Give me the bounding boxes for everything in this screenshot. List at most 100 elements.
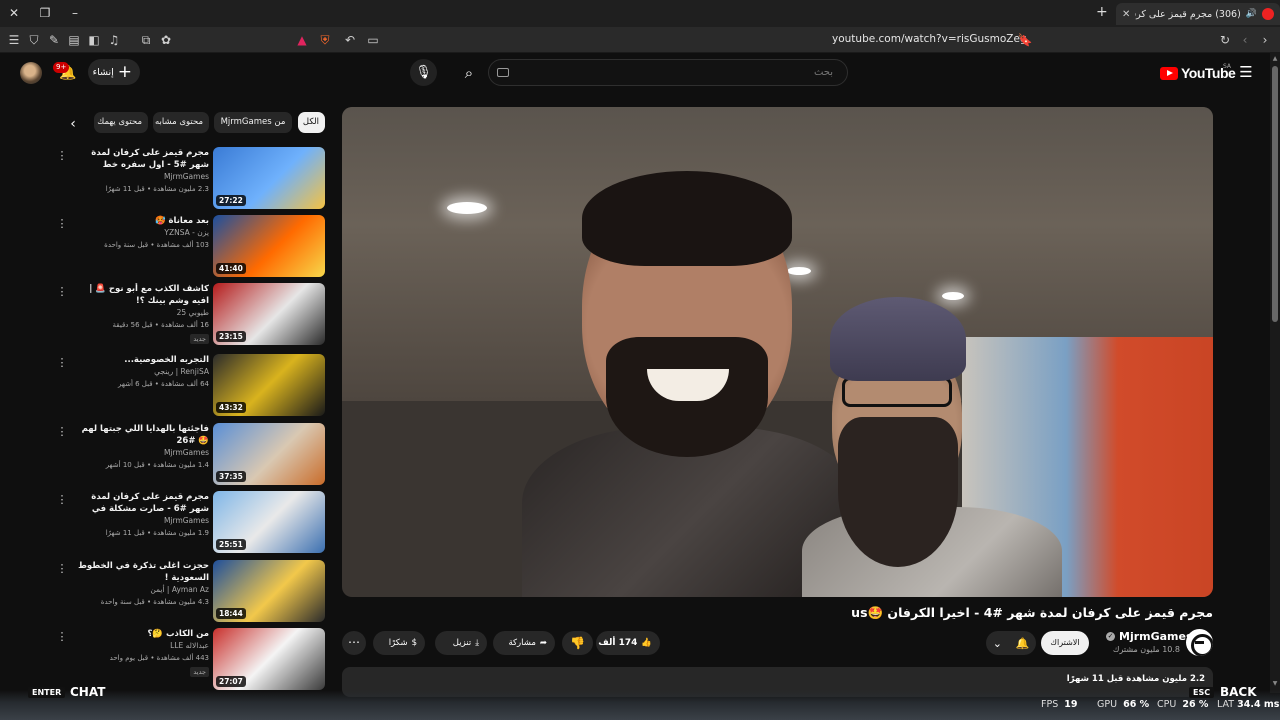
list-item[interactable]: ⋮ من الكاذب 🤔؟ عبدالاله LLE 443 ألف مشاهدة … (55, 628, 327, 692)
chip-similar[interactable]: محتوى مشابه (153, 112, 209, 133)
video-player[interactable] (342, 107, 1213, 597)
related-thumbnail[interactable]: 18:44 (213, 560, 325, 622)
like-button[interactable]: 👍 174 ألف (596, 631, 660, 655)
related-title[interactable]: حجزت اغلى تذكرة في الخطوط السعودية ! (73, 560, 209, 584)
forward-icon[interactable]: › (1257, 32, 1273, 48)
back-label[interactable]: BACK (1220, 685, 1257, 699)
related-title[interactable]: من الكاذب 🤔؟ (73, 628, 210, 640)
related-thumbnail[interactable]: 23:15 (213, 283, 325, 345)
create-button[interactable]: + إنشاء (88, 59, 140, 85)
related-title[interactable]: فاجئتها بالهدايا اللي جبتها لهم 🤩 #26 (73, 423, 209, 447)
undo-icon[interactable]: ↶ (342, 32, 358, 48)
related-title[interactable]: التجربه الخصوصية... (73, 354, 209, 366)
related-title[interactable]: كاشف الكذب مع أبو نوح 🚨 | افيه وشم بينك … (73, 283, 209, 307)
chip-interest[interactable]: محتوى يهمك (94, 112, 148, 133)
url-field[interactable]: youtube.com/watch?v=risGusmoZeg (832, 33, 1027, 45)
more-vertical-icon[interactable]: ⋮ (55, 425, 69, 439)
menu-icon[interactable]: ☰ (6, 32, 22, 48)
notification-settings-button[interactable]: ⌄ 🔔 (986, 631, 1036, 655)
pin-icon[interactable]: ✎ (46, 32, 62, 48)
list-item[interactable]: ⋮ فاجئتها بالهدايا اللي جبتها لهم 🤩 #26 Mj… (55, 423, 327, 487)
speaker-icon[interactable]: 🔊 (1246, 9, 1257, 19)
cpu-label: CPU (1157, 699, 1177, 710)
scroll-down-icon[interactable]: ▼ (1270, 680, 1280, 688)
list-item[interactable]: ⋮ التجربه الخصوصية... RenjiSA | رينجي 64 أل… (55, 354, 327, 418)
extensions-icon[interactable]: ✿ (158, 32, 174, 48)
more-vertical-icon[interactable]: ⋮ (55, 217, 69, 231)
bookmark-icon[interactable]: 🔖 (1017, 32, 1033, 48)
guide-menu-icon[interactable]: ☰ (1238, 64, 1254, 80)
scrollbar-thumb[interactable] (1272, 66, 1278, 322)
gpu-value: 66 % (1123, 699, 1150, 710)
related-channel[interactable]: Ayman Az | أيمن (73, 584, 209, 596)
more-icon[interactable]: ⋯ (342, 631, 366, 655)
music-icon[interactable]: ♫ (106, 32, 122, 48)
shield-icon[interactable]: ⛉ (26, 32, 42, 48)
download-button[interactable]: ⤓ تنزيل (435, 631, 487, 655)
list-item[interactable]: ⋮ بعد معاناة 🥵 يزن - YZNSA 103 ألف مشاهدة •… (55, 215, 327, 279)
cpu-stat: CPU 26 % (1157, 699, 1208, 710)
search-bar[interactable] (488, 59, 848, 86)
more-vertical-icon[interactable]: ⋮ (55, 149, 69, 163)
tab-close-icon[interactable]: ✕ (1122, 9, 1130, 20)
share-button[interactable]: ➦ مشاركة (493, 631, 555, 655)
warning-icon[interactable]: ▲ (294, 32, 310, 48)
thanks-button[interactable]: $ شكرًا (373, 631, 425, 655)
video-person-right (802, 297, 1062, 597)
list-item[interactable]: ⋮ مجرم قيمز على كرفان لمدة شهر #6 - صارت … (55, 491, 327, 555)
related-thumbnail[interactable]: 41:40 (213, 215, 325, 277)
list-item[interactable]: ⋮ حجزت اغلى تذكرة في الخطوط السعودية ! Aym… (55, 560, 327, 624)
duration-badge: 23:15 (216, 331, 246, 342)
screenshot-icon[interactable]: ⧉ (138, 32, 154, 48)
chat-label[interactable]: CHAT (70, 685, 105, 699)
channel-name[interactable]: MjrmGames (1119, 630, 1193, 643)
keyboard-icon[interactable] (497, 68, 509, 77)
related-thumbnail[interactable]: 25:51 (213, 491, 325, 553)
back-icon[interactable]: ‹ (1237, 32, 1253, 48)
related-channel[interactable]: طيوبي 25 (73, 307, 209, 319)
more-vertical-icon[interactable]: ⋮ (55, 356, 69, 370)
avatar[interactable] (20, 62, 42, 84)
chip-from-channel[interactable]: من MjrmGames (214, 112, 292, 133)
search-input[interactable] (503, 67, 833, 78)
related-title[interactable]: مجرم قيمز على كرفان لمدة شهر #6 - صارت م… (73, 491, 209, 515)
related-title[interactable]: مجرم قيمز على كرفان لمدة شهر #5 - اول سف… (73, 147, 209, 171)
scroll-up-icon[interactable]: ▲ (1270, 55, 1280, 63)
related-channel[interactable]: MjrmGames (73, 515, 209, 527)
list-item[interactable]: ⋮ كاشف الكذب مع أبو نوح 🚨 | افيه وشم بينك… (55, 283, 327, 347)
cast-icon[interactable]: ▭ (365, 32, 381, 48)
related-thumbnail[interactable]: 27:07 (213, 628, 325, 690)
more-vertical-icon[interactable]: ⋮ (55, 285, 69, 299)
related-thumbnail[interactable]: 27:22 (213, 147, 325, 209)
new-tab-button[interactable]: + (1096, 5, 1108, 19)
related-channel[interactable]: RenjiSA | رينجي (73, 366, 209, 378)
related-channel[interactable]: عبدالاله LLE (73, 640, 209, 652)
chevron-left-icon[interactable]: ‹ (63, 114, 83, 134)
close-window-icon[interactable]: ✕ (6, 6, 22, 20)
minimize-window-icon[interactable]: – (67, 6, 83, 20)
related-info: من الكاذب 🤔؟ عبدالاله LLE 443 ألف مشاهدة •… (73, 628, 209, 677)
related-thumbnail[interactable]: 37:35 (213, 423, 325, 485)
sidebar-icon[interactable]: ◧ (86, 32, 102, 48)
tabs-icon[interactable]: ▤ (66, 32, 82, 48)
duration-badge: 37:35 (216, 471, 246, 482)
reload-icon[interactable]: ↻ (1217, 32, 1233, 48)
brave-shield-icon[interactable]: ⛨ (317, 32, 333, 48)
list-item[interactable]: ⋮ مجرم قيمز على كرفان لمدة شهر #5 - اول س… (55, 147, 327, 211)
related-channel[interactable]: يزن - YZNSA (73, 227, 209, 239)
related-thumbnail[interactable]: 43:32 (213, 354, 325, 416)
more-vertical-icon[interactable]: ⋮ (55, 562, 69, 576)
related-channel[interactable]: MjrmGames (73, 171, 209, 183)
search-icon[interactable]: ⌕ (456, 60, 482, 86)
related-title[interactable]: بعد معاناة 🥵 (73, 215, 209, 227)
more-vertical-icon[interactable]: ⋮ (55, 630, 69, 644)
browser-tab[interactable]: 🔊 (306) مجرم قيمز على كرفان لمدة ✕ (1116, 3, 1280, 25)
dislike-button[interactable]: 👎 (562, 631, 593, 655)
related-channel[interactable]: MjrmGames (73, 447, 209, 459)
mic-icon[interactable]: 🎙 (410, 59, 437, 86)
restore-window-icon[interactable]: ❐ (37, 6, 53, 20)
related-meta: 1.9 مليون مشاهدة • قبل 11 شهرًا (105, 529, 209, 537)
more-vertical-icon[interactable]: ⋮ (55, 493, 69, 507)
chip-all[interactable]: الكل (298, 112, 325, 133)
subscribe-button[interactable]: الاشتراك (1041, 631, 1089, 655)
